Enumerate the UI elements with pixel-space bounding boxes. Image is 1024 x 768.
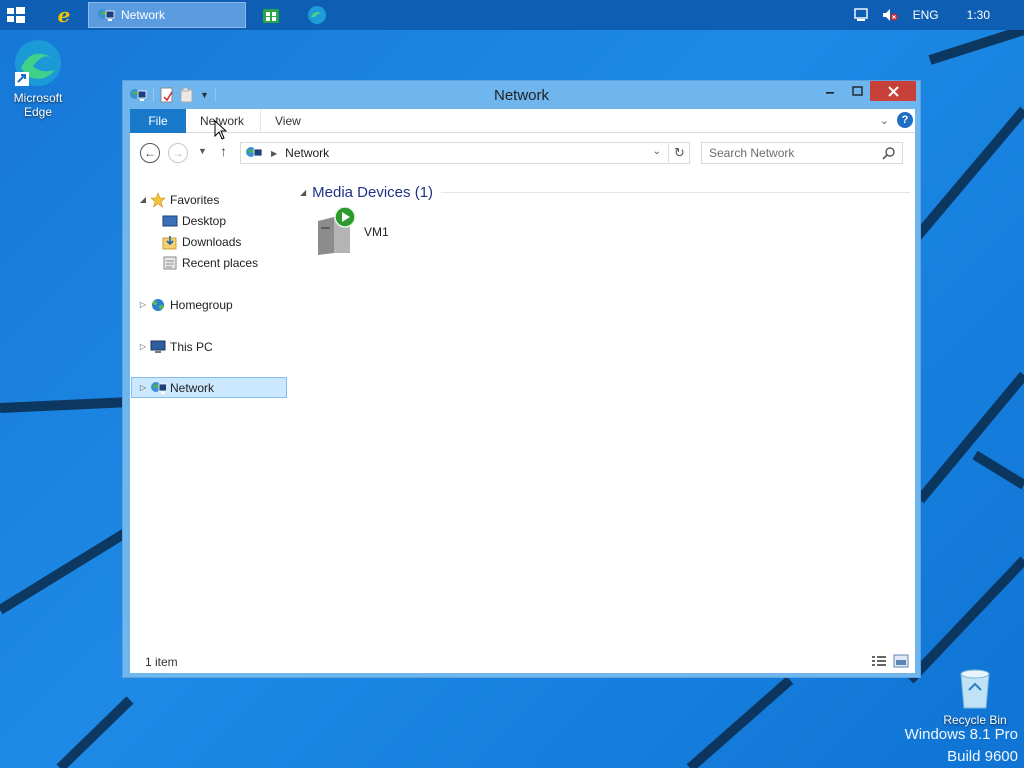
window-title: Network (493, 87, 549, 104)
volume-muted-icon[interactable] (881, 7, 899, 23)
group-header-media-devices[interactable]: ◢ Media Devices (1) (298, 181, 910, 203)
media-server-icon (318, 207, 356, 255)
taskbar: e Network ENG 1:30 (0, 0, 1024, 30)
nav-desktop[interactable]: Desktop (160, 210, 226, 231)
tab-file[interactable]: File (130, 109, 186, 133)
group-divider (441, 191, 910, 193)
star-icon (150, 191, 166, 208)
media-device-item[interactable]: VM1 (314, 207, 389, 257)
breadcrumb-chevron-icon[interactable]: ▶ (271, 149, 277, 158)
taskbar-store[interactable] (258, 2, 284, 28)
arrow-right-icon: → (172, 146, 184, 160)
taskbar-edge[interactable] (304, 2, 330, 28)
desktop-icon (162, 213, 178, 229)
search-input[interactable]: Search Network (709, 146, 794, 160)
forward-button[interactable]: → (168, 143, 188, 163)
search-icon (882, 147, 895, 160)
status-bar: 1 item (130, 651, 915, 673)
recycle-bin-icon (960, 669, 990, 709)
nav-network-label: Network (170, 380, 215, 395)
action-center-icon[interactable] (853, 7, 871, 23)
nav-homegroup-label: Homegroup (170, 297, 233, 312)
expand-arrow-icon[interactable]: ▷ (138, 300, 148, 309)
windows-logo-icon (7, 7, 25, 23)
refresh-icon: ↻ (674, 145, 685, 160)
nav-recent-places[interactable]: Recent places (160, 252, 258, 273)
recent-locations-dropdown[interactable]: ▼ (198, 146, 207, 156)
view-switcher (871, 654, 909, 668)
taskbar-window-label: Network (121, 8, 166, 22)
store-icon (263, 9, 279, 23)
arrow-left-icon: ← (144, 146, 156, 160)
desktop-edge-label-2: Edge (23, 105, 53, 119)
nav-downloads[interactable]: Downloads (160, 231, 241, 252)
back-button[interactable]: ← (140, 143, 160, 163)
nav-homegroup[interactable]: ▷ Homegroup (138, 294, 233, 315)
maximize-button[interactable] (848, 81, 866, 101)
expand-arrow-icon[interactable]: ▷ (138, 383, 148, 392)
large-icons-view-icon[interactable] (893, 654, 909, 668)
recent-places-icon (162, 255, 178, 271)
downloads-icon (162, 234, 178, 250)
language-indicator[interactable]: ENG (913, 8, 939, 22)
windows-watermark: Windows 8.1 Pro Build 9600 (905, 724, 1018, 768)
system-tray: ENG 1:30 (853, 0, 1024, 30)
navigation-bar: ← → ▼ ↑ ▶ Network ⌄ ↻ Search Network (130, 137, 915, 167)
watermark-build: Build 9600 (947, 748, 1018, 765)
watermark-edition: Windows 8.1 Pro (904, 726, 1018, 743)
media-device-label: VM1 (364, 225, 389, 239)
nav-downloads-label: Downloads (182, 234, 242, 249)
ribbon-tabs: File Network View ⌄ ? (130, 109, 915, 133)
explorer-window: ▼ Network File Network View ⌄ ? ← → ▼ ↑ … (122, 80, 921, 678)
expand-ribbon-icon[interactable]: ⌄ (880, 114, 889, 127)
clock[interactable]: 1:30 (967, 8, 990, 22)
internet-explorer-icon: e (57, 3, 71, 27)
details-view-icon[interactable] (871, 654, 887, 668)
nav-this-pc[interactable]: ▷ This PC (138, 336, 213, 357)
collapse-arrow-icon[interactable]: ◢ (138, 195, 148, 204)
desktop-edge-label: Microsoft (13, 91, 63, 105)
minimize-button[interactable] (821, 81, 839, 101)
ribbon-right-controls: ⌄ ? (880, 112, 913, 128)
explorer-client-area: File Network View ⌄ ? ← → ▼ ↑ ▶ Network … (130, 109, 915, 673)
tab-view[interactable]: View (260, 109, 315, 133)
nav-network[interactable]: ▷ Network (131, 377, 287, 398)
up-button[interactable]: ↑ (220, 143, 227, 159)
collapse-group-icon[interactable]: ◢ (300, 188, 306, 197)
nav-favorites[interactable]: ◢ Favorites (138, 189, 219, 210)
help-icon[interactable]: ? (897, 112, 913, 128)
edge-icon (15, 40, 61, 86)
title-bar[interactable]: ▼ Network (123, 81, 920, 109)
nav-desktop-label: Desktop (182, 213, 227, 228)
taskbar-internet-explorer[interactable]: e (50, 2, 78, 28)
network-icon (98, 9, 115, 21)
address-bar[interactable]: ▶ Network ⌄ (240, 142, 690, 164)
close-icon (887, 85, 899, 97)
network-icon (246, 147, 263, 159)
item-count: 1 item (145, 655, 178, 669)
search-box[interactable]: Search Network (701, 142, 903, 164)
homegroup-icon (150, 297, 166, 313)
edge-icon (308, 6, 326, 24)
expand-arrow-icon[interactable]: ▷ (138, 342, 148, 351)
mouse-cursor-icon (214, 120, 228, 140)
refresh-button[interactable]: ↻ (668, 142, 690, 164)
group-header-label: Media Devices (1) (312, 183, 434, 201)
desktop-edge-shortcut[interactable]: Microsoft Edge (6, 38, 70, 119)
computer-icon (150, 339, 166, 355)
close-button[interactable] (870, 81, 916, 101)
start-button[interactable] (6, 6, 26, 24)
desktop-recycle-bin[interactable]: Recycle Bin (940, 666, 1010, 727)
address-dropdown-icon[interactable]: ⌄ (653, 146, 661, 157)
network-icon (150, 380, 166, 396)
nav-favorites-label: Favorites (170, 192, 220, 207)
navigation-pane: ◢ Favorites Desktop Downloads Recent pla… (130, 181, 290, 651)
nav-this-pc-label: This PC (170, 339, 213, 354)
nav-recent-places-label: Recent places (182, 255, 259, 270)
content-pane: ◢ Media Devices (1) VM1 (298, 181, 910, 651)
taskbar-network-window[interactable]: Network (88, 2, 246, 28)
breadcrumb-network[interactable]: Network (285, 146, 329, 160)
